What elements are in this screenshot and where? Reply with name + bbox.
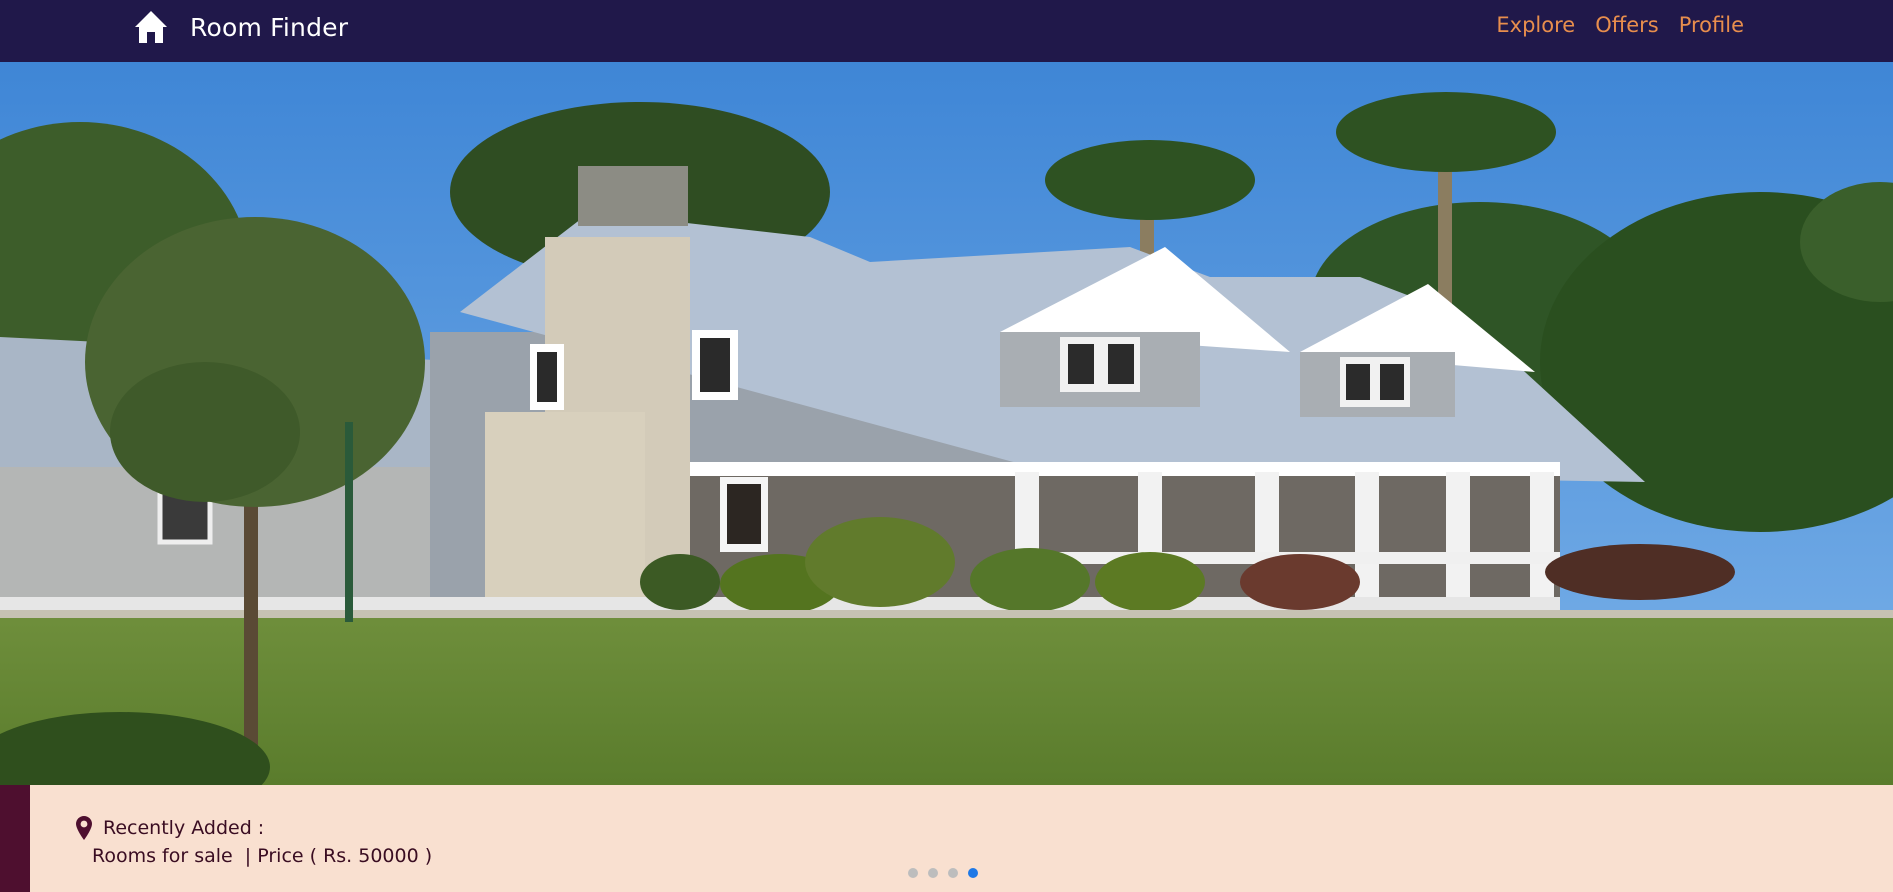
recently-added-label: Recently Added : <box>103 817 265 839</box>
carousel-dot-2[interactable] <box>928 868 938 878</box>
hero-image <box>0 62 1893 785</box>
accent-strip <box>0 785 30 892</box>
brand-title: Room Finder <box>190 12 349 42</box>
location-pin-icon <box>76 816 92 840</box>
navbar: Room Finder Explore Offers Profile <box>0 0 1893 62</box>
brand-link[interactable]: Room Finder <box>132 8 348 46</box>
home-icon <box>135 11 167 43</box>
house-photo <box>0 62 1893 785</box>
nav-menu: Explore Offers Profile <box>1496 13 1744 37</box>
carousel-dot-3[interactable] <box>948 868 958 878</box>
nav-link-profile[interactable]: Profile <box>1679 13 1744 37</box>
listing-info-bar: Recently Added : Rooms for sale | Price … <box>0 785 1893 892</box>
listing-details: Rooms for sale | Price ( Rs. 50000 ) <box>92 845 433 867</box>
listing-heading: Recently Added : <box>76 816 264 840</box>
nav-link-explore[interactable]: Explore <box>1496 13 1575 37</box>
nav-link-offers[interactable]: Offers <box>1595 13 1659 37</box>
carousel-dot-1[interactable] <box>908 868 918 878</box>
carousel-dot-4[interactable] <box>968 868 978 878</box>
carousel-indicators <box>908 868 978 878</box>
